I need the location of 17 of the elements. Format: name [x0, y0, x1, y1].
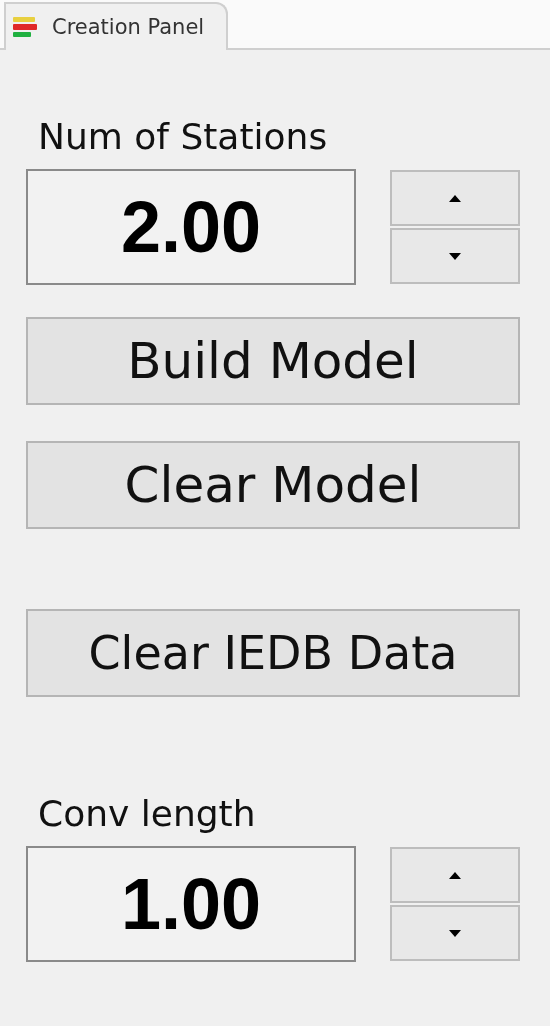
action-button[interactable]: Clear Model — [26, 441, 520, 529]
number-field[interactable]: 1.00 — [26, 846, 356, 962]
panel-tab[interactable]: Creation Panel — [4, 2, 229, 50]
increment-button[interactable] — [390, 170, 520, 226]
action-button[interactable]: Clear IEDB Data — [26, 609, 520, 697]
field-label: Num of Stations — [38, 116, 329, 157]
bars-icon — [12, 14, 38, 40]
action-button[interactable]: Build Model — [26, 317, 520, 405]
field-label: Conv length — [38, 793, 257, 834]
up-arrow-icon — [449, 194, 461, 202]
down-arrow-icon — [449, 252, 461, 260]
number-field[interactable]: 2.00 — [26, 169, 356, 285]
decrement-button[interactable] — [390, 228, 520, 284]
increment-button[interactable] — [390, 847, 520, 903]
down-arrow-icon — [449, 929, 461, 937]
decrement-button[interactable] — [390, 905, 520, 961]
up-arrow-icon — [449, 871, 461, 879]
